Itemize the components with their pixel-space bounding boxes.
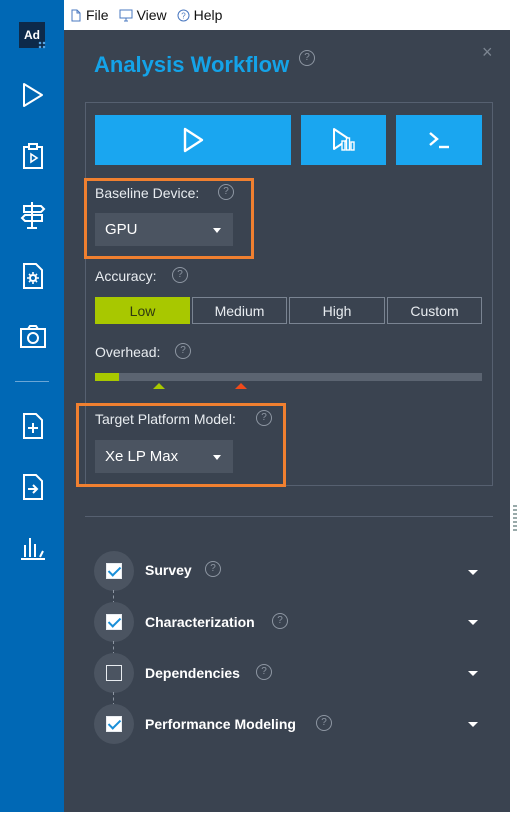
menu-view[interactable]: View xyxy=(119,7,167,23)
step-survey[interactable] xyxy=(94,551,134,591)
run-analysis-button[interactable] xyxy=(95,115,291,165)
step-performance-modeling[interactable] xyxy=(94,704,134,744)
bottom-edge xyxy=(0,812,522,824)
chevron-down-icon xyxy=(213,228,221,233)
target-platform-label: Target Platform Model: xyxy=(95,411,236,427)
panel-title: Analysis Workflow xyxy=(94,52,290,77)
menu-help-label: Help xyxy=(193,7,223,23)
command-line-button[interactable] xyxy=(396,115,482,165)
svg-text:?: ? xyxy=(181,11,186,20)
file-icon xyxy=(71,9,81,21)
performance-modeling-checkbox[interactable] xyxy=(106,716,122,732)
characterization-help-icon[interactable]: ? xyxy=(272,613,288,629)
baseline-help-icon[interactable]: ? xyxy=(218,184,234,200)
clipboard-play-icon[interactable] xyxy=(18,141,48,171)
monitor-icon xyxy=(119,9,133,21)
sidebar: Ad xyxy=(0,0,64,812)
dependencies-expand-icon[interactable] xyxy=(468,671,478,676)
target-platform-dropdown[interactable]: Xe LP Max xyxy=(95,440,233,473)
performance-modeling-help-icon[interactable]: ? xyxy=(316,715,332,731)
run-chart-icon xyxy=(332,128,355,151)
run-with-collection-button[interactable] xyxy=(301,115,386,165)
target-platform-value: Xe LP Max xyxy=(105,448,179,465)
accuracy-high-button[interactable]: High xyxy=(289,297,385,324)
accuracy-low-button[interactable]: Low xyxy=(95,297,190,324)
step-survey-label: Survey xyxy=(145,562,192,578)
survey-checkbox[interactable] xyxy=(106,563,122,579)
camera-icon[interactable] xyxy=(18,321,48,351)
overhead-bar xyxy=(95,373,482,381)
step-dependencies[interactable] xyxy=(94,653,134,693)
target-help-icon[interactable]: ? xyxy=(256,410,272,426)
accuracy-medium-button[interactable]: Medium xyxy=(192,297,287,324)
dependencies-help-icon[interactable]: ? xyxy=(256,664,272,680)
open-result-icon[interactable] xyxy=(18,472,48,502)
survey-expand-icon[interactable] xyxy=(468,570,478,575)
new-project-icon[interactable] xyxy=(18,411,48,441)
overhead-bar-fill xyxy=(95,373,119,381)
baseline-device-dropdown[interactable]: GPU xyxy=(95,213,233,246)
app-logo-text: Ad xyxy=(24,28,40,42)
play-icon[interactable] xyxy=(18,80,48,110)
sidebar-separator xyxy=(15,381,49,382)
step-performance-modeling-label: Performance Modeling xyxy=(145,716,296,732)
accuracy-help-icon[interactable]: ? xyxy=(172,267,188,283)
play-icon xyxy=(183,127,204,153)
step-characterization-label: Characterization xyxy=(145,614,255,630)
menu-file-label: File xyxy=(86,7,109,23)
baseline-device-value: GPU xyxy=(105,221,138,238)
step-dependencies-label: Dependencies xyxy=(145,665,240,681)
dependencies-checkbox[interactable] xyxy=(106,665,122,681)
signpost-icon[interactable] xyxy=(18,200,48,230)
survey-help-icon[interactable]: ? xyxy=(205,561,221,577)
menu-help[interactable]: ? Help xyxy=(177,7,223,23)
overhead-high-marker xyxy=(235,383,247,389)
section-divider xyxy=(85,516,493,517)
menu-file[interactable]: File xyxy=(70,7,109,23)
overhead-low-marker xyxy=(153,383,165,389)
panel-edge xyxy=(510,30,522,812)
menu-view-label: View xyxy=(136,7,167,23)
overhead-label: Overhead: xyxy=(95,344,161,360)
terminal-icon xyxy=(429,132,449,149)
help-circle-icon: ? xyxy=(177,9,190,21)
accuracy-custom-button[interactable]: Custom xyxy=(387,297,482,324)
bar-chart-icon[interactable] xyxy=(18,533,48,563)
app-logo: Ad xyxy=(19,22,46,49)
title-help-icon[interactable]: ? xyxy=(299,50,315,66)
baseline-label: Baseline Device: xyxy=(95,185,200,201)
performance-modeling-expand-icon[interactable] xyxy=(468,722,478,727)
accuracy-label: Accuracy: xyxy=(95,268,157,284)
characterization-checkbox[interactable] xyxy=(106,614,122,630)
characterization-expand-icon[interactable] xyxy=(468,620,478,625)
settings-document-icon[interactable] xyxy=(18,261,48,291)
resize-grip[interactable] xyxy=(513,505,517,533)
chevron-down-icon xyxy=(213,455,221,460)
close-icon[interactable]: × xyxy=(482,43,493,61)
step-characterization[interactable] xyxy=(94,602,134,642)
overhead-help-icon[interactable]: ? xyxy=(175,343,191,359)
menu-bar: File View ? Help xyxy=(64,0,522,30)
